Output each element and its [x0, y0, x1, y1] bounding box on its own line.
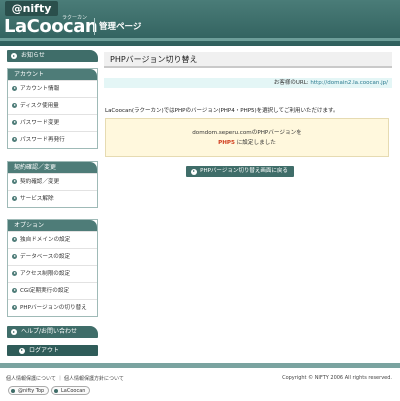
arrow-circle-icon: [11, 329, 17, 335]
header-divider: [94, 18, 95, 35]
sidebar-item-cgi-cron[interactable]: CGI定期実行の設定: [8, 282, 97, 299]
sidebar-item-disk-usage[interactable]: ディスク使用量: [8, 97, 97, 114]
sidebar-item-php-version[interactable]: PHPバージョンの切り替え: [8, 299, 97, 316]
sidebar-group-contract-title: 契約確認／変更: [8, 162, 97, 173]
arrow-icon: [12, 237, 17, 242]
arrow-circle-icon: [19, 347, 25, 354]
sidebar-group-options-title: オプション: [8, 220, 97, 231]
nifty-logo[interactable]: @nifty: [5, 1, 58, 16]
sidebar-item-label: パスワード再発行: [20, 137, 65, 143]
notice-line-1: domdom.seperu.comのPHPバージョンを: [192, 130, 302, 136]
arrow-icon: [12, 305, 17, 310]
sidebar-item-account-info[interactable]: アカウント情報: [8, 80, 97, 97]
sidebar-item-database-settings[interactable]: データベースの設定: [8, 248, 97, 265]
sidebar-item-label: サービス解除: [20, 196, 54, 202]
arrow-icon: [12, 196, 17, 201]
arrow-circle-icon: [191, 168, 197, 175]
sidebar-group-account: アカウント アカウント情報 ディスク使用量 パスワード変更 パスワード再発行: [7, 68, 98, 149]
admin-page-title: 管理ページ: [99, 22, 142, 32]
sidebar-item-password-change[interactable]: パスワード変更: [8, 114, 97, 131]
header-stripe: [0, 38, 400, 41]
nifty-top-label: @nifty Top: [18, 388, 45, 394]
php-description: LaCoocan(ラクーカン)ではPHPのバージョン(PHP4・PHP5)を選択…: [105, 108, 339, 114]
arrow-icon: [12, 271, 17, 276]
copyright-text: Copyright © NIFTY 2006 All rights reserv…: [282, 375, 392, 381]
sidebar-item-domain-settings[interactable]: 独自ドメインの設定: [8, 231, 97, 248]
arrow-icon: [12, 288, 17, 293]
footer-links[interactable]: 個人情報保護について ｜ 個人情報保護方針について: [6, 375, 124, 382]
sidebar-notice-label: お知らせ: [21, 52, 45, 59]
sidebar-item-label: データベースの設定: [20, 254, 71, 260]
sidebar-item-label: アクセス制限の設定: [20, 271, 71, 277]
sidebar-item-label: パスワード変更: [20, 120, 60, 126]
arrow-icon: [12, 120, 17, 125]
sidebar-item-label: CGI定期実行の設定: [20, 288, 70, 294]
arrow-icon: [12, 137, 17, 142]
sidebar-item-label: 独自ドメインの設定: [20, 237, 71, 243]
arrow-circle-icon: [11, 53, 17, 59]
customer-url-link[interactable]: http://domain2.la.coocan.jp/: [310, 80, 388, 86]
sidebar-item-label: ディスク使用量: [20, 103, 59, 109]
notice-line-2-text: に設定しました: [234, 140, 276, 146]
logout-button[interactable]: ログアウト: [7, 345, 98, 356]
notice-line-2: PHP5 に設定しました: [106, 138, 388, 146]
sidebar-item-label: PHPバージョンの切り替え: [20, 305, 87, 311]
result-notice-box: domdom.seperu.comのPHPバージョンを PHP5 に設定しました: [105, 118, 389, 157]
customer-url-row: お客様のURL: http://domain2.la.coocan.jp/: [104, 78, 392, 88]
sidebar-group-contract: 契約確認／変更 契約確認／変更 サービス解除: [7, 161, 98, 208]
sidebar-item-access-restriction[interactable]: アクセス制限の設定: [8, 265, 97, 282]
customer-url-label: お客様のURL:: [273, 80, 311, 86]
arrow-icon: [12, 254, 17, 259]
page-title: PHPバージョン切り替え: [104, 52, 392, 68]
arrow-circle-icon: [54, 389, 58, 393]
arrow-circle-icon: [11, 389, 15, 393]
arrow-icon: [12, 179, 17, 184]
sidebar-group-options: オプション 独自ドメインの設定 データベースの設定 アクセス制限の設定 CGI定…: [7, 219, 98, 317]
sidebar-notice-button[interactable]: お知らせ: [7, 50, 98, 62]
php-version-value: PHP5: [218, 140, 235, 146]
lacoocan-link[interactable]: LaCoocan: [51, 386, 91, 395]
logo-ruby-text: ラクーカン: [62, 15, 88, 21]
sidebar-item-service-cancel[interactable]: サービス解除: [8, 190, 97, 207]
sidebar-item-label: アカウント情報: [20, 86, 60, 92]
sidebar-item-label: 契約確認／変更: [20, 179, 60, 185]
back-to-php-switch-button[interactable]: PHPバージョン切り替え画面に戻る: [186, 166, 294, 177]
sidebar-group-account-title: アカウント: [8, 69, 97, 80]
sidebar-item-contract-check[interactable]: 契約確認／変更: [8, 173, 97, 190]
footer-bar: [0, 363, 400, 368]
nifty-top-link[interactable]: @nifty Top: [8, 386, 50, 395]
lacoocan-link-label: LaCoocan: [61, 388, 86, 394]
logout-label: ログアウト: [29, 347, 60, 354]
arrow-icon: [12, 103, 17, 108]
arrow-icon: [12, 86, 17, 91]
sidebar-item-password-reissue[interactable]: パスワード再発行: [8, 131, 97, 148]
sidebar-help-button[interactable]: ヘルプ/お問い合わせ: [7, 326, 98, 338]
sidebar-help-label: ヘルプ/お問い合わせ: [21, 328, 78, 335]
back-button-label: PHPバージョン切り替え画面に戻る: [200, 168, 288, 174]
